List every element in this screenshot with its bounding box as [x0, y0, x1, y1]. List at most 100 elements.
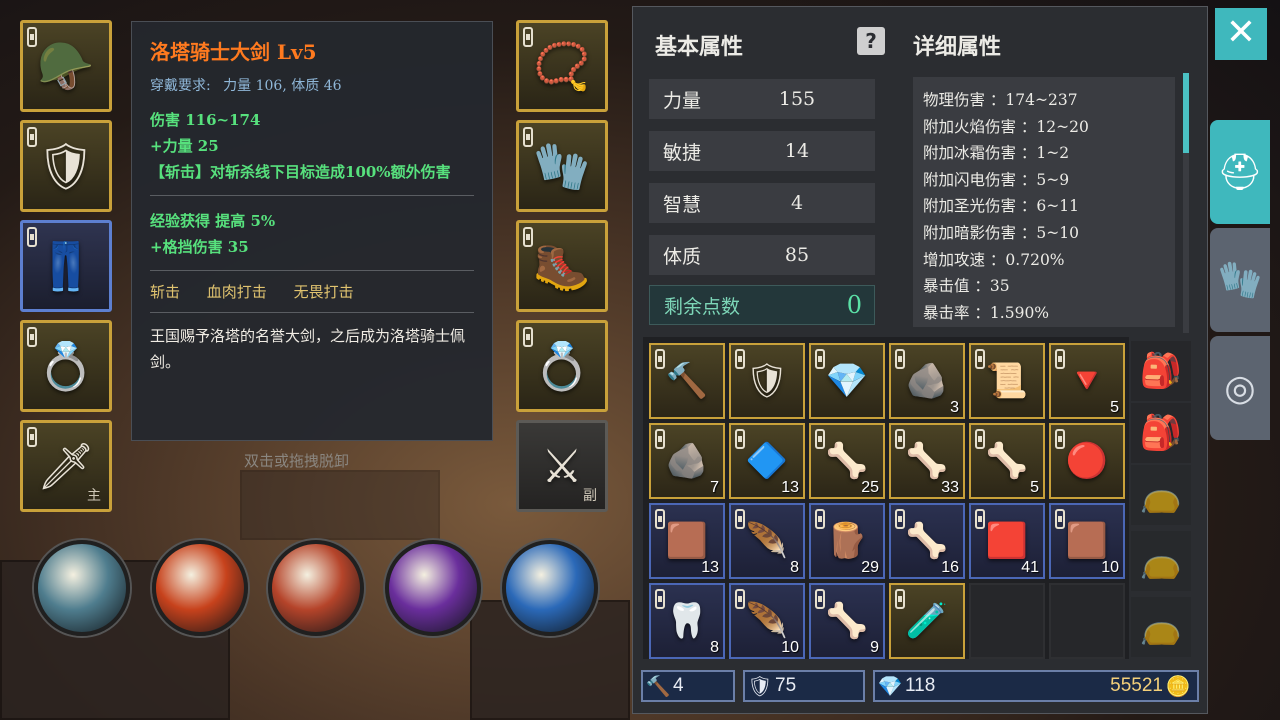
- inventory-slot[interactable]: 🦴 33: [889, 423, 965, 499]
- remaining-points-label: 剩余点数: [664, 295, 741, 318]
- lock-icon: [655, 349, 665, 369]
- skill-dash[interactable]: [502, 540, 598, 636]
- equip-slot-helmet[interactable]: 🪖: [20, 20, 112, 112]
- crystal-ore-icon: 🪨: [905, 361, 949, 401]
- shield-currency: 🛡 75: [743, 670, 865, 702]
- lock-icon: [523, 227, 533, 247]
- scrollbar-thumb[interactable]: [1183, 73, 1189, 153]
- backpack-icon: 🎒: [1139, 351, 1183, 391]
- red-heart-icon: 🔴: [1065, 441, 1109, 481]
- slot-tag: 副: [583, 488, 597, 504]
- stat-wisdom: 智慧 4: [649, 183, 875, 223]
- empty-slot[interactable]: [1049, 583, 1125, 659]
- inventory-slot[interactable]: 🪨 7: [649, 423, 725, 499]
- item-quantity: 5: [1110, 399, 1119, 416]
- bag-slot-pouch[interactable]: 👝: [1131, 597, 1191, 657]
- item-title: 洛塔骑士大剑 Lv5: [150, 40, 317, 64]
- inventory-slot[interactable]: 🪶 10: [729, 583, 805, 659]
- tab-crafting[interactable]: 🧤: [1210, 228, 1270, 332]
- bag-slot-small-pouch[interactable]: 👝: [1131, 465, 1191, 525]
- inventory-slot[interactable]: 🦴 25: [809, 423, 885, 499]
- stat-value: 14: [784, 140, 810, 162]
- pauldron-icon: 🛡: [745, 361, 789, 401]
- boots-icon: 🥾: [533, 239, 591, 293]
- red-leather-icon: 🟥: [985, 521, 1029, 561]
- lock-icon: [1055, 429, 1065, 449]
- lock-icon: [815, 509, 825, 529]
- talons-icon: 🦴: [905, 521, 949, 561]
- equip-slot-ring[interactable]: 💍: [516, 320, 608, 412]
- greatsword-icon: 🗡: [36, 439, 96, 493]
- equip-slot-leg-armor[interactable]: 👖: [20, 220, 112, 312]
- bag-slot-backpack[interactable]: 🎒: [1131, 341, 1191, 401]
- bag-slot-pouch[interactable]: 👝: [1131, 531, 1191, 591]
- bag-slot-backpack[interactable]: 🎒: [1131, 403, 1191, 463]
- equip-slot-gauntlet[interactable]: 🧤: [516, 120, 608, 212]
- ring-icon: 💍: [37, 339, 95, 393]
- stat-label: 体质: [663, 245, 702, 268]
- horn-icon: 🦴: [905, 441, 949, 481]
- hammer-count: 4: [673, 675, 684, 696]
- stat-label: 智慧: [663, 193, 702, 216]
- empty-slot[interactable]: [969, 583, 1045, 659]
- lock-icon: [815, 429, 825, 449]
- tab-skills[interactable]: ◎: [1210, 336, 1270, 440]
- inventory-slot[interactable]: 🟫 10: [1049, 503, 1125, 579]
- inventory-slot[interactable]: 🟥 41: [969, 503, 1045, 579]
- inventory-slot[interactable]: 🦴 9: [809, 583, 885, 659]
- shield-count: 75: [775, 675, 797, 696]
- skill-blood-cleave[interactable]: [268, 540, 364, 636]
- inventory-slot[interactable]: 🟫 13: [649, 503, 725, 579]
- inventory-slot[interactable]: 🔨: [649, 343, 725, 419]
- equip-slot-greatsword[interactable]: 🗡 主: [20, 420, 112, 512]
- stat-line: 经验获得 提高 5%: [150, 212, 276, 230]
- gold-count: 55521: [1110, 675, 1163, 696]
- inventory-slot[interactable]: 🧪: [889, 583, 965, 659]
- small-pouch-icon: 👝: [1139, 475, 1183, 515]
- item-quantity: 29: [861, 559, 879, 576]
- tab-equipment[interactable]: ⛑: [1210, 120, 1270, 224]
- lock-icon: [1055, 509, 1065, 529]
- inventory-slot[interactable]: 🔻 5: [1049, 343, 1125, 419]
- inventory-slot[interactable]: 🔷 13: [729, 423, 805, 499]
- inventory-slot[interactable]: 🪶 8: [729, 503, 805, 579]
- inventory-slot[interactable]: 🦴 16: [889, 503, 965, 579]
- detail-stat-line: 暴击值 ：35: [923, 277, 1010, 296]
- lock-icon: [735, 589, 745, 609]
- inventory-slot[interactable]: 📜: [969, 343, 1045, 419]
- stat-line: 【斩击】对斩杀线下目标造成100%额外伤害: [150, 163, 451, 181]
- divider: [150, 195, 474, 196]
- equip-slot-chest-armor[interactable]: 🛡: [20, 120, 112, 212]
- amulet-icon: 📿: [533, 39, 591, 93]
- lock-icon: [735, 429, 745, 449]
- lock-icon: [975, 509, 985, 529]
- close-button[interactable]: ✕: [1215, 8, 1267, 60]
- hide-icon: 🟫: [665, 521, 709, 561]
- inventory-slot[interactable]: 💎: [809, 343, 885, 419]
- skill-blade-strike[interactable]: [34, 540, 130, 636]
- inventory-slot[interactable]: 🔴: [1049, 423, 1125, 499]
- lock-icon: [735, 349, 745, 369]
- item-tooltip: 洛塔骑士大剑 Lv5 穿戴要求: 力量 106, 体质 46 伤害 116~17…: [131, 21, 493, 441]
- item-base-stats: 伤害 116~174 +力量 25 【斩击】对斩杀线下目标造成100%额外伤害: [150, 107, 474, 185]
- offhand-sword-icon: ⚔: [541, 439, 583, 493]
- item-tags: 斩击 血肉打击 无畏打击: [150, 281, 474, 302]
- inventory-slot[interactable]: 🪵 29: [809, 503, 885, 579]
- lock-icon: [895, 349, 905, 369]
- skill-shadow-spin[interactable]: [385, 540, 481, 636]
- unequip-hint: 双击或拖拽脱卸: [244, 452, 350, 470]
- inventory-slot[interactable]: 🦴 5: [969, 423, 1045, 499]
- divider: [150, 312, 474, 313]
- equip-slot-offhand-sword[interactable]: ⚔ 副: [516, 420, 608, 512]
- equip-slot-amulet[interactable]: 📿: [516, 20, 608, 112]
- inventory-slot[interactable]: 🪨 3: [889, 343, 965, 419]
- inventory-slot[interactable]: 🦷 8: [649, 583, 725, 659]
- basic-attributes-title: 基本属性: [655, 34, 744, 60]
- detailed-attributes-list[interactable]: 物理伤害 ：174~237 附加火焰伤害 ：12~20 附加冰霜伤害 ：1~2 附加闪…: [913, 77, 1175, 327]
- equip-slot-ring[interactable]: 💍: [20, 320, 112, 412]
- inventory-slot[interactable]: 🛡: [729, 343, 805, 419]
- leg-armor-icon: 👖: [37, 239, 95, 293]
- help-icon[interactable]: ?: [857, 27, 885, 55]
- equip-slot-boots[interactable]: 🥾: [516, 220, 608, 312]
- skill-fire-slash[interactable]: [152, 540, 248, 636]
